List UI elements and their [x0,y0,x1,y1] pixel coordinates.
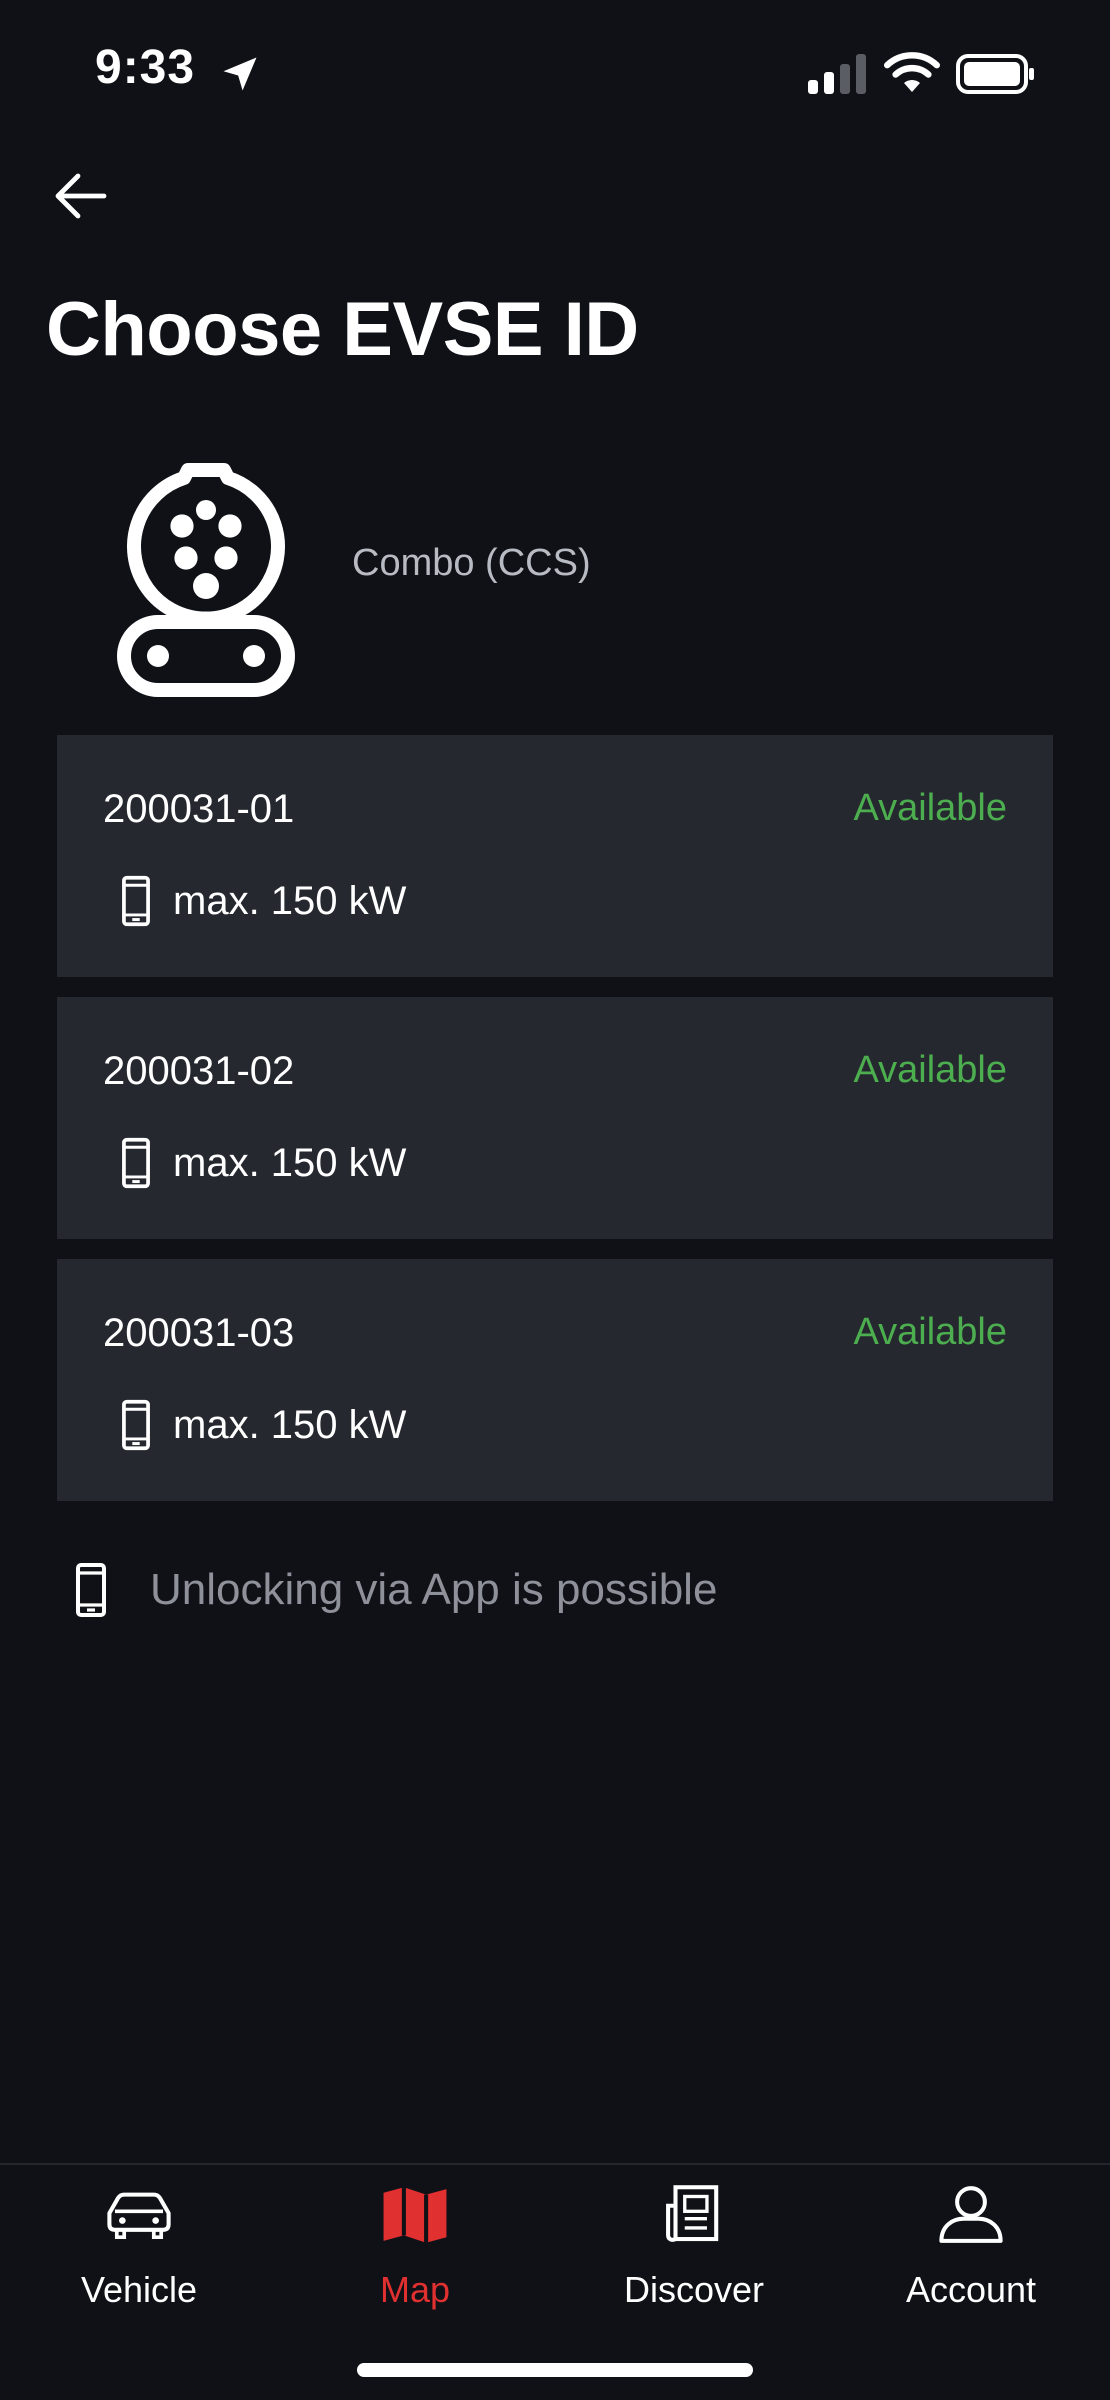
phone-icon [76,1563,106,1617]
nav-label: Discover [623,2269,765,2310]
status-time: 9:33 [95,41,196,94]
app-unlock-info: Unlocking via App is possible [74,1562,717,1618]
news-icon [666,2185,719,2242]
evse-id: 200031-03 [103,1311,295,1355]
phone-icon [122,1137,150,1189]
home-indicator[interactable] [357,2363,753,2377]
wifi-icon [884,52,940,92]
nav-label: Account [905,2269,1037,2310]
evse-power: max. 150 kW [173,1140,407,1185]
back-arrow-icon[interactable] [52,168,108,224]
evse-power: max. 150 kW [173,878,407,923]
evse-power-row: max. 150 kW [121,871,406,931]
nav-item-discover[interactable]: Discover [584,2183,804,2313]
evse-list: 200031-01 Available max. 150 kW 200031-0… [57,735,1053,1521]
phone-icon [122,1399,150,1451]
map-icon [383,2187,447,2243]
screen: 9:33 Choose EVSE ID Combo (CCS) 200031-0… [0,0,1110,2400]
phone-icon [122,875,150,927]
evse-card[interactable]: 200031-01 Available max. 150 kW [57,735,1053,977]
evse-card[interactable]: 200031-03 Available max. 150 kW [57,1259,1053,1501]
nav-item-vehicle[interactable]: Vehicle [29,2183,249,2313]
status-bar: 9:33 [0,0,1110,140]
evse-power-row: max. 150 kW [121,1133,406,1193]
evse-status: Available [853,787,1007,829]
evse-id: 200031-01 [103,787,295,831]
car-icon [107,2192,171,2240]
user-icon [939,2186,1003,2243]
evse-power-row: max. 150 kW [121,1395,406,1455]
nav-label: Map [379,2269,451,2310]
evse-status: Available [853,1049,1007,1091]
location-arrow-icon [223,57,257,91]
connector-type-label: Combo (CCS) [352,542,591,584]
cellular-signal-icon [808,54,866,94]
nav-item-map[interactable]: Map [305,2183,525,2313]
info-text: Unlocking via App is possible [150,1565,718,1614]
evse-id: 200031-02 [103,1049,295,1093]
ccs-combo-connector-icon [117,463,295,697]
battery-icon [956,54,1034,94]
evse-power: max. 150 kW [173,1402,407,1447]
nav-item-account[interactable]: Account [861,2183,1081,2313]
evse-status: Available [853,1311,1007,1353]
evse-card[interactable]: 200031-02 Available max. 150 kW [57,997,1053,1239]
nav-label: Vehicle [80,2269,198,2310]
page-title: Choose EVSE ID [46,287,639,372]
